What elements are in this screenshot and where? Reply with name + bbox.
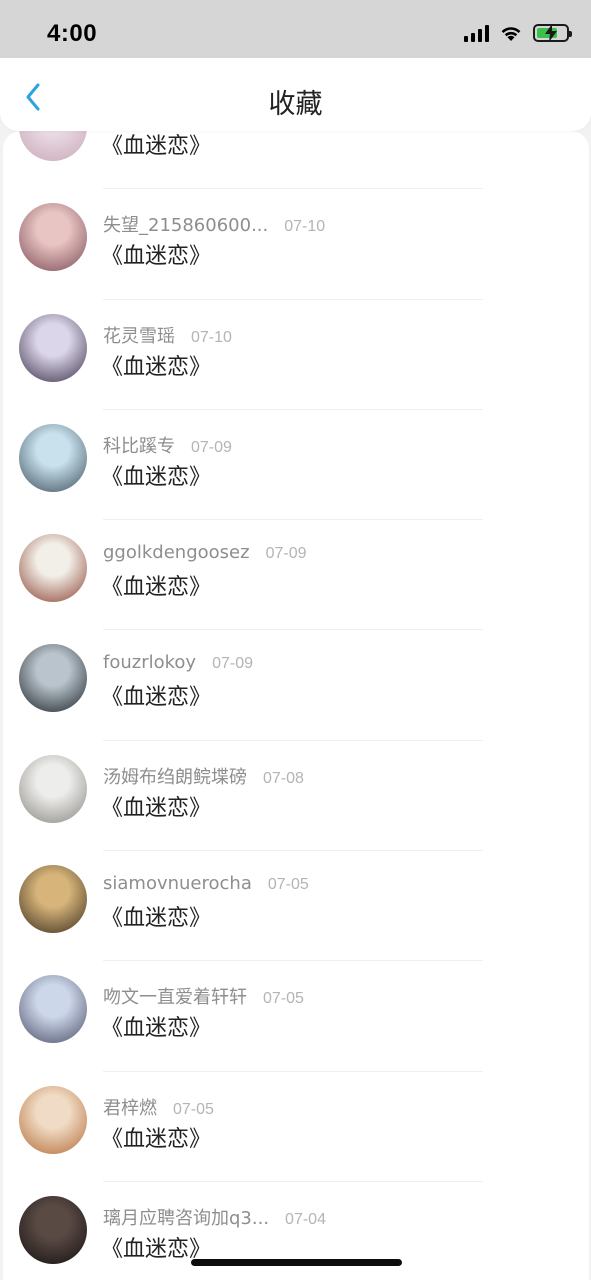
book-title[interactable]: 《血迷恋》 [101,1121,211,1153]
item-meta: siamovnuerocha 07-05 [103,873,309,894]
date: 07-08 [263,769,304,787]
date: 07-10 [284,218,326,236]
status-bar: 4:00 [0,0,591,58]
nav-bar: 收藏 [0,58,591,131]
item-meta: ggolkdengoosez 07-09 [103,542,306,563]
favorites-list[interactable]: 《血迷恋》 失望_215860600... 07-10 《血迷恋》 花灵雪瑶 07-10 《… [3,131,589,1280]
battery-icon [533,24,572,42]
book-title[interactable]: 《血迷恋》 [101,900,211,932]
list-item[interactable]: siamovnuerocha 07-05 《血迷恋》 [3,851,589,962]
avatar[interactable] [19,203,87,272]
book-title[interactable]: 《血迷恋》 [101,569,211,601]
item-meta: 君梓燃 07-05 [103,1094,214,1120]
date: 07-04 [285,1210,326,1228]
item-meta: fouzrlokoy 07-09 [103,652,253,673]
username[interactable]: 璃月应聘咨询加q3... [103,1204,269,1230]
username[interactable]: siamovnuerocha [103,873,252,894]
list-item[interactable]: fouzrlokoy 07-09 《血迷恋》 [3,630,589,741]
list-item[interactable]: 吻文一直爱着轩轩 07-05 《血迷恋》 [3,961,589,1072]
item-meta: 吻文一直爱着轩轩 07-05 [103,983,304,1009]
list-item[interactable]: 花灵雪瑶 07-10 《血迷恋》 [3,300,589,410]
date: 07-05 [267,876,309,894]
wifi-icon [501,27,521,41]
date: 07-09 [191,438,232,456]
avatar[interactable] [19,975,87,1044]
date: 07-09 [212,655,253,673]
avatar[interactable] [19,534,87,603]
username[interactable]: ggolkdengoosez [103,542,250,563]
item-meta: 汤姆布绉朗鲩堞磅 07-08 [103,763,304,789]
date: 07-05 [263,990,304,1008]
item-meta: 科比蹊专 07-09 [103,432,232,458]
list-item[interactable]: 失望_215860600... 07-10 《血迷恋》 [3,189,589,300]
date: 07-09 [265,545,307,563]
book-title[interactable]: 《血迷恋》 [101,349,211,381]
list-item[interactable]: ggolkdengoosez 07-09 《血迷恋》 [3,520,589,631]
avatar[interactable] [19,1085,87,1154]
avatar[interactable] [19,865,87,934]
signal-icon [464,24,489,42]
list-container: 《血迷恋》 失望_215860600... 07-10 《血迷恋》 花灵雪瑶 07-10 《… [3,131,589,1280]
username[interactable]: 吻文一直爱着轩轩 [103,983,247,1009]
item-meta: 失望_215860600... 07-10 [103,211,325,237]
home-indicator[interactable] [191,1259,402,1266]
status-time: 4:00 [47,20,98,47]
book-title[interactable]: 《血迷恋》 [101,459,211,491]
username[interactable]: 失望_215860600... [103,211,268,237]
page-title: 收藏 [268,89,323,120]
username[interactable]: 花灵雪瑶 [103,322,175,348]
item-meta: 璃月应聘咨询加q3... 07-04 [103,1204,326,1230]
list-item[interactable]: 君梓燃 07-05 《血迷恋》 [3,1072,589,1182]
book-title[interactable]: 《血迷恋》 [101,238,211,270]
username[interactable]: fouzrlokoy [103,652,196,673]
avatar[interactable] [19,1195,87,1264]
avatar[interactable] [19,754,87,823]
username[interactable]: 科比蹊专 [103,432,175,458]
date: 07-05 [173,1100,214,1118]
date: 07-10 [191,328,232,346]
list-item[interactable]: 汤姆布绉朗鲩堞磅 07-08 《血迷恋》 [3,741,589,852]
book-title[interactable]: 《血迷恋》 [101,790,211,822]
list-item[interactable]: 《血迷恋》 [3,131,589,190]
username[interactable]: 汤姆布绉朗鲩堞磅 [103,763,247,789]
book-title[interactable]: 《血迷恋》 [101,1010,211,1042]
book-title[interactable]: 《血迷恋》 [101,679,211,711]
book-title[interactable]: 《血迷恋》 [101,131,211,160]
item-meta: 花灵雪瑶 07-10 [103,322,232,348]
avatar[interactable] [19,644,87,713]
avatar[interactable] [19,313,87,382]
status-icons [464,24,572,42]
avatar[interactable] [19,131,87,161]
avatar[interactable] [19,423,87,492]
list-item[interactable]: 科比蹊专 07-09 《血迷恋》 [3,410,589,521]
username[interactable]: 君梓燃 [103,1094,157,1120]
